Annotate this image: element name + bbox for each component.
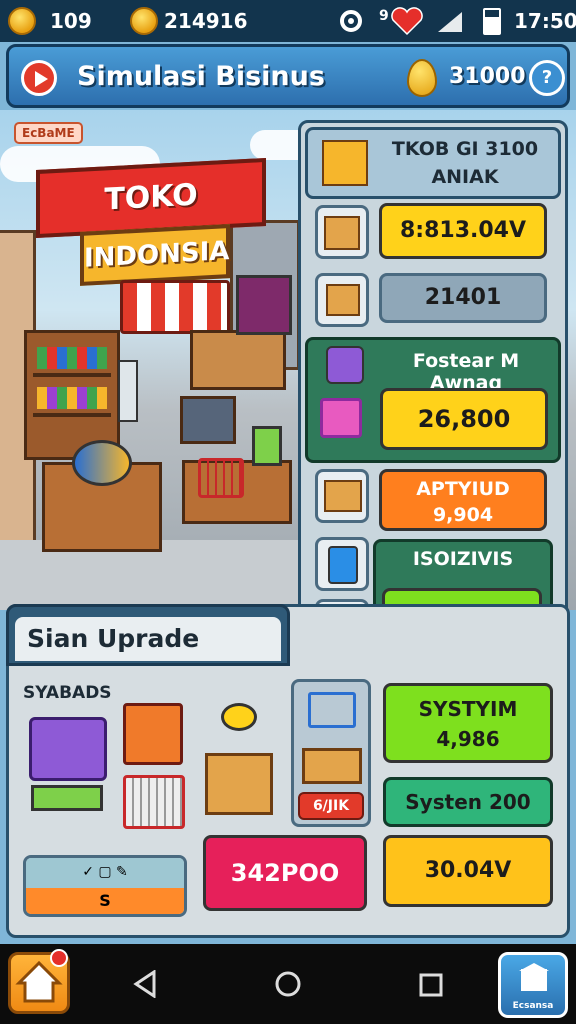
help-button[interactable]: ? [529, 60, 565, 96]
coin-icon [8, 7, 36, 35]
cart-badge: 6/JIK [298, 792, 364, 820]
clock: 17:50 [514, 9, 576, 33]
game-title: Simulasi Bisinus [77, 61, 325, 92]
shelf-price-button[interactable]: 8:813.04V [379, 203, 547, 259]
money-count: 214916 [164, 9, 248, 33]
system-line2: 4,986 [436, 727, 500, 751]
shelf-item-icon [315, 205, 369, 259]
money-icon [130, 7, 158, 35]
signal-icon [438, 12, 462, 32]
gold-drop-icon [407, 59, 437, 97]
cart-icon [198, 458, 244, 498]
upgrade-tab[interactable]: Sian Uprade [6, 604, 290, 666]
robot-icon [326, 346, 364, 384]
system-200-button[interactable]: Systen 200 [383, 777, 553, 827]
shop-panel: TKOB GI 3100 ANIAK 8:813.04V 21401 Foste… [298, 120, 568, 662]
battery-icon [483, 8, 501, 35]
system-upgrade-button[interactable]: SYSTYIM 4,986 [383, 683, 553, 763]
game-header: Simulasi Bisinus 31000 ? [6, 44, 570, 108]
progress-card[interactable]: ✓ ▢ ✎ S [23, 855, 187, 917]
back-icon[interactable] [132, 970, 158, 998]
shop-label: Ecsansa [512, 1001, 554, 1011]
shopping-bag-icon[interactable] [123, 703, 183, 765]
panel-heading-line1: TKOB GI 3100 [391, 138, 539, 160]
store-awning [120, 280, 230, 334]
panel-heading-line2: ANIAK [431, 166, 499, 188]
store-sign-main: TOKO VIRTUAL [36, 157, 266, 279]
gold-amount: 31000 [449, 64, 526, 89]
barrel-icon [72, 440, 132, 486]
pink-price-button[interactable]: 342POO [203, 835, 367, 911]
orange-upgrade-line2: 9,904 [432, 504, 494, 526]
box-icon [315, 273, 369, 327]
coin-count: 109 [50, 9, 92, 33]
checklist-icon: ✓ ▢ ✎ [26, 858, 184, 888]
notification-count: 9 [379, 8, 389, 24]
storage-crates[interactable] [190, 330, 286, 390]
water-cooler-icon [118, 360, 138, 422]
shop-button[interactable]: Ecsansa [498, 952, 568, 1018]
recents-icon[interactable] [418, 972, 444, 998]
upgrade-tab-title: Sian Uprade [15, 617, 281, 661]
green-upgrade-label: ISOIZIVIS [412, 548, 514, 570]
orange-upgrade-line1: APTYIUD [416, 478, 510, 500]
fruit-box-icon [322, 140, 368, 186]
progress-label: S [26, 888, 184, 914]
purple-basket-icon[interactable] [29, 717, 107, 781]
upgrade-section: Sian Uprade SYABADS 6/JIK SYSTYIM 4,986 … [6, 604, 570, 938]
promo-card[interactable]: Fostear M Awnaq 26,800 [305, 337, 561, 463]
cart-upgrade-card[interactable]: 6/JIK [291, 679, 371, 827]
promo-price-button[interactable]: 26,800 [380, 388, 548, 450]
store-sign-sub: INDONSIA [80, 224, 230, 286]
android-nav-bar [0, 944, 576, 1024]
basket-icon [320, 398, 362, 438]
product-box-icon[interactable] [205, 753, 273, 815]
poster-icon [236, 275, 292, 335]
home-circle-icon[interactable] [274, 970, 302, 998]
box-price-field[interactable]: 21401 [379, 273, 547, 323]
cart-outline-icon [308, 692, 356, 728]
register-icon [252, 426, 282, 466]
store-icon [519, 963, 549, 991]
notification-dot [50, 949, 68, 967]
system-line1: SYSTYIM [418, 697, 518, 721]
orange-upgrade-button[interactable]: APTYIUD 9,904 [379, 469, 547, 531]
settings-icon[interactable] [337, 7, 365, 35]
play-icon[interactable] [21, 60, 57, 96]
basket-stand-icon [31, 785, 103, 811]
status-bar: 109 214916 9 17:50 [0, 0, 576, 42]
cooler-icon [315, 537, 369, 591]
shopping-cart-icon[interactable] [123, 775, 185, 829]
cart-item-icon [315, 469, 369, 523]
heart-icon [391, 7, 423, 36]
section-label: SYABADS [23, 683, 112, 703]
eyebrow-badge: EcBaME [14, 122, 83, 144]
orange-price-button[interactable]: 30.04V [383, 835, 553, 907]
freezer-bin[interactable] [180, 396, 236, 444]
panel-heading-box: TKOB GI 3100 ANIAK [305, 127, 561, 199]
cart-goods-icon [302, 748, 362, 784]
lamp-icon [221, 703, 257, 731]
